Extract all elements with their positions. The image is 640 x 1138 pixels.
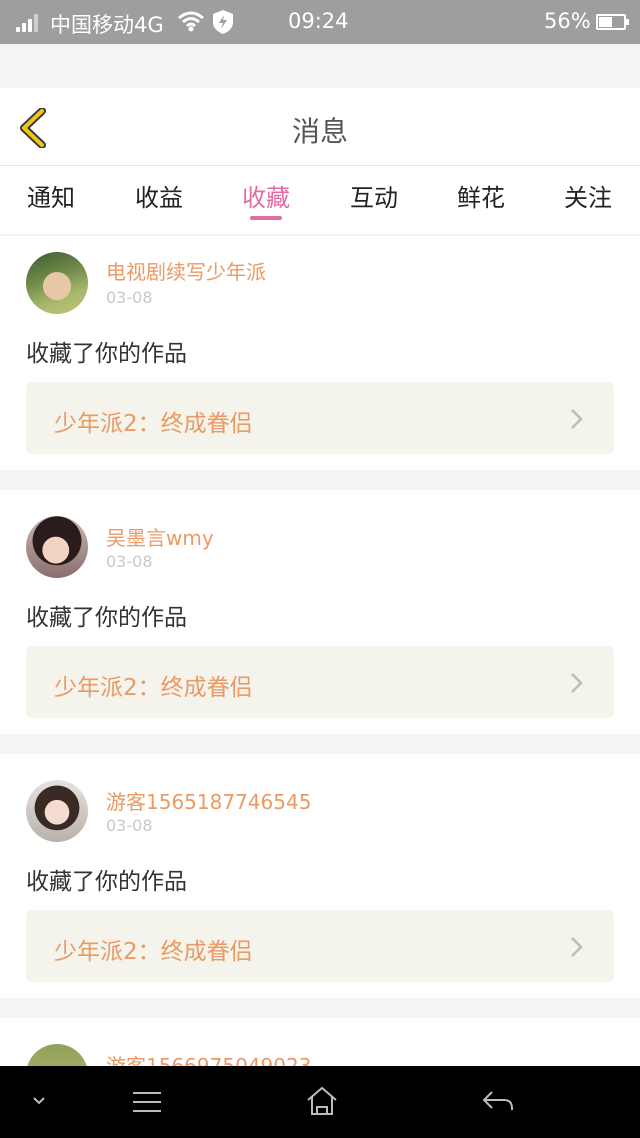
home-icon[interactable]: [306, 1086, 338, 1116]
work-title: 少年派2：终成眷侣: [54, 939, 253, 965]
work-link[interactable]: 少年派2：终成眷侣: [26, 646, 614, 718]
chevron-right-icon: [571, 409, 583, 429]
clock: 09:24: [288, 9, 349, 33]
shield-icon: [213, 10, 233, 34]
chevron-right-icon: [571, 673, 583, 693]
header: 消息: [0, 88, 640, 166]
wifi-icon: [178, 11, 204, 32]
chevron-right-icon: [571, 937, 583, 957]
username[interactable]: 游客1565187746545: [106, 786, 311, 815]
list-item: 吴墨言wmy 03-08 收藏了你的作品 少年派2：终成眷侣: [0, 490, 640, 734]
list-item: 游客1565187746545 03-08 收藏了你的作品 少年派2：终成眷侣: [0, 754, 640, 998]
tab-follows[interactable]: 关注: [548, 178, 628, 213]
carrier-label: 中国移动4G: [50, 13, 164, 37]
status-bar: 中国移动4G 09:24 56%: [0, 0, 640, 44]
page-title: 消息: [291, 115, 348, 148]
tab-favorites[interactable]: 收藏: [226, 178, 306, 220]
username[interactable]: 电视剧续写少年派: [106, 256, 266, 285]
battery-icon: [596, 14, 629, 30]
work-title: 少年派2：终成眷侣: [54, 411, 253, 437]
tab-earnings[interactable]: 收益: [119, 178, 199, 213]
work-title: 少年派2：终成眷侣: [54, 675, 253, 701]
tab-flowers[interactable]: 鲜花: [441, 178, 521, 213]
battery-percent: 56%: [544, 9, 591, 33]
active-tab-indicator: [250, 216, 282, 220]
username[interactable]: 吴墨言wmy: [106, 522, 214, 551]
tab-notifications[interactable]: 通知: [11, 178, 91, 213]
avatar[interactable]: [26, 780, 88, 842]
work-link[interactable]: 少年派2：终成眷侣: [26, 382, 614, 454]
tab-interactions[interactable]: 互动: [334, 178, 414, 213]
signal-icon: [16, 12, 44, 32]
action-text: 收藏了你的作品: [26, 341, 187, 367]
work-link[interactable]: 少年派2：终成眷侣: [26, 910, 614, 982]
action-text: 收藏了你的作品: [26, 869, 187, 895]
action-text: 收藏了你的作品: [26, 605, 187, 631]
avatar[interactable]: [26, 252, 88, 314]
menu-icon[interactable]: [132, 1090, 162, 1114]
tab-bar: 通知 收益 收藏 互动 鲜花 关注: [0, 166, 640, 234]
chevron-down-icon[interactable]: [30, 1094, 48, 1108]
back-arrow-icon[interactable]: [482, 1090, 514, 1112]
list-item: 电视剧续写少年派 03-08 收藏了你的作品 少年派2：终成眷侣: [0, 236, 640, 470]
avatar[interactable]: [26, 516, 88, 578]
timestamp: 03-08: [106, 816, 153, 835]
system-nav-bar: [0, 1066, 640, 1138]
timestamp: 03-08: [106, 288, 153, 307]
timestamp: 03-08: [106, 552, 153, 571]
